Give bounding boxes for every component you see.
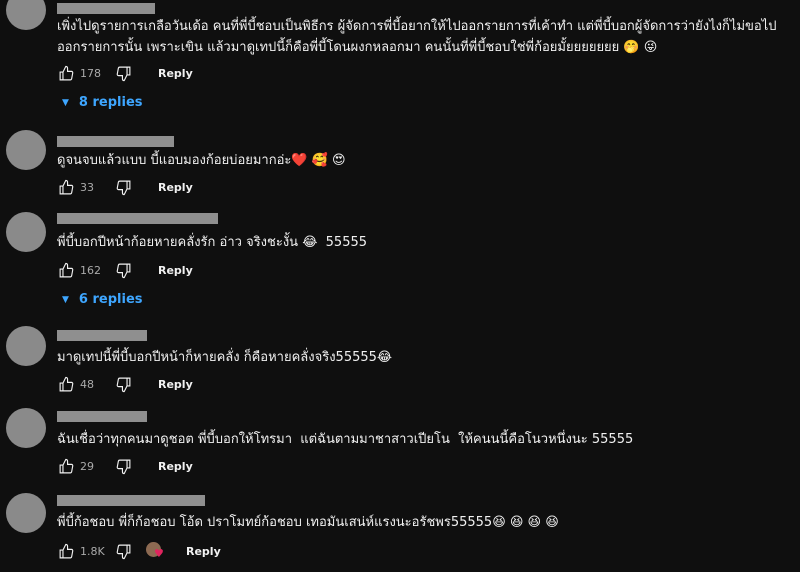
author-name-redacted[interactable] [57, 3, 155, 14]
comment-actions: 1.8K ♥ Reply [57, 540, 221, 562]
like-count: 178 [80, 66, 101, 80]
thumbs-down-icon[interactable] [114, 178, 132, 196]
reply-button[interactable]: Reply [158, 460, 193, 473]
reply-button[interactable]: Reply [158, 67, 193, 80]
thumbs-up-icon[interactable] [57, 457, 75, 475]
like-count: 33 [80, 180, 94, 194]
thumbs-up-icon[interactable] [57, 542, 75, 560]
avatar[interactable] [6, 408, 46, 448]
thumbs-up-icon[interactable] [57, 178, 75, 196]
like-count: 48 [80, 377, 94, 391]
author-name-redacted[interactable] [57, 495, 205, 506]
thumbs-down-icon[interactable] [114, 375, 132, 393]
thumbs-down-icon[interactable] [114, 261, 132, 279]
thumbs-down-icon[interactable] [114, 457, 132, 475]
comment-text: พี่บี้บอกปีหน้าก้อยหายคลั่งรัก อ่าว จริง… [57, 235, 368, 250]
view-replies-button[interactable]: ▼ 8 replies [62, 95, 143, 110]
like-count: 162 [80, 263, 101, 277]
comment-actions: 48 Reply [57, 373, 193, 395]
avatar[interactable] [6, 0, 46, 30]
avatar[interactable] [6, 326, 46, 366]
avatar[interactable] [6, 493, 46, 533]
replies-label: 8 replies [78, 95, 143, 110]
author-name-redacted[interactable] [57, 411, 147, 422]
thumbs-up-icon[interactable] [57, 261, 75, 279]
comment-actions: 162 Reply [57, 259, 193, 281]
comment-text: พี่บี้ก้อชอบ พี่ก็ก้อชอบ โอ้ด ปราโมทย์ก้… [57, 515, 559, 530]
avatar[interactable] [6, 212, 46, 252]
comment-text: เพิ่งไปดูรายการเกลือวันเด้อ คนที่พี่บี้ช… [57, 19, 777, 55]
comment-actions: 33 Reply [57, 176, 193, 198]
comment-text: มาดูเทปนี้พี่บี้บอกปีหน้าก็หายคลั่ง ก็คื… [57, 350, 393, 365]
like-count: 1.8K [80, 544, 105, 558]
comment-actions: 29 Reply [57, 455, 193, 477]
thumbs-up-icon[interactable] [57, 375, 75, 393]
author-name-redacted[interactable] [57, 136, 174, 147]
avatar[interactable] [6, 130, 46, 170]
heart-icon: ♥ [154, 547, 164, 560]
reply-button[interactable]: Reply [158, 378, 193, 391]
comment-actions: 178 Reply [57, 62, 193, 84]
view-replies-button[interactable]: ▼ 6 replies [62, 292, 143, 307]
comment-text: ฉันเชื่อว่าทุกคนมาดูชอต พี่บี้บอกให้โทรม… [57, 432, 634, 447]
thumbs-down-icon[interactable] [114, 64, 132, 82]
like-count: 29 [80, 459, 94, 473]
reply-button[interactable]: Reply [158, 264, 193, 277]
caret-down-icon: ▼ [62, 294, 69, 305]
reply-button[interactable]: Reply [158, 181, 193, 194]
reply-button[interactable]: Reply [186, 545, 221, 558]
author-name-redacted[interactable] [57, 330, 147, 341]
author-name-redacted[interactable] [57, 213, 218, 224]
thumbs-down-icon[interactable] [114, 542, 132, 560]
comment-text: ดูจนจบแล้วแบบ บี้แอบมองก้อยบ่อยมากอ่ะ❤️ … [57, 153, 346, 168]
replies-label: 6 replies [78, 292, 143, 307]
caret-down-icon: ▼ [62, 97, 69, 108]
thumbs-up-icon[interactable] [57, 64, 75, 82]
creator-heart-icon: ♥ [146, 542, 168, 560]
